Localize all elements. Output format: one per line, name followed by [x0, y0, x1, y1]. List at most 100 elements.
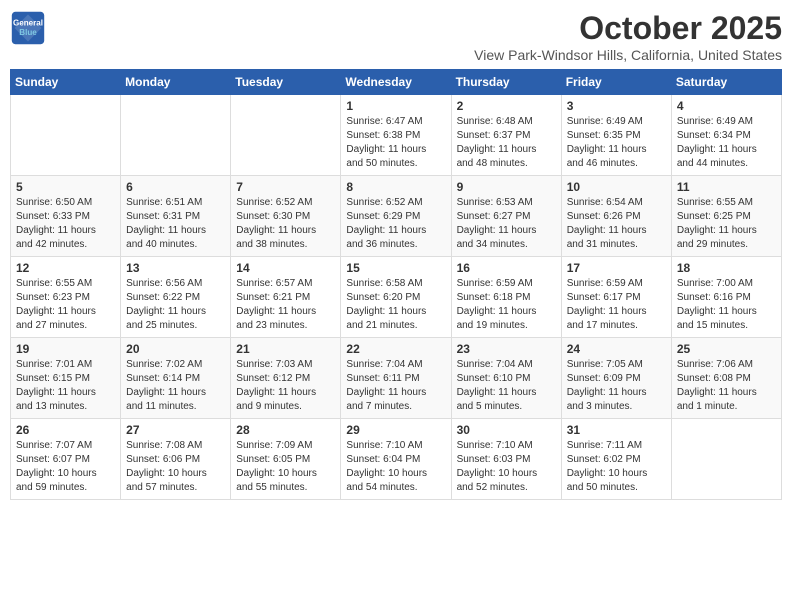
calendar-cell: 29 Sunrise: 7:10 AM Sunset: 6:04 PM Dayli…	[341, 419, 451, 500]
logo: General Blue	[10, 10, 46, 46]
day-info: Sunrise: 6:50 AM Sunset: 6:33 PM Dayligh…	[16, 196, 115, 252]
day-number: 2	[457, 99, 556, 113]
weekday-header: Monday	[121, 70, 231, 95]
calendar-cell: 2Sunrise: 6:48 AM Sunset: 6:37 PM Daylig…	[451, 95, 561, 176]
location-title: View Park-Windsor Hills, California, Uni…	[474, 47, 782, 63]
svg-text:General: General	[13, 18, 43, 27]
calendar-cell: 28 Sunrise: 7:09 AM Sunset: 6:05 PM Dayli…	[231, 419, 341, 500]
calendar-cell	[231, 95, 341, 176]
calendar-cell: 1Sunrise: 6:47 AM Sunset: 6:38 PM Daylig…	[341, 95, 451, 176]
day-info: Sunrise: 6:51 AM Sunset: 6:31 PM Dayligh…	[126, 196, 225, 252]
calendar-table: SundayMondayTuesdayWednesdayThursdayFrid…	[10, 69, 782, 500]
calendar-cell: 15 Sunrise: 6:58 AM Sunset: 6:20 PM Dayli…	[341, 257, 451, 338]
page-header: General Blue October 2025 View Park-Wind…	[10, 10, 782, 63]
day-info: Sunrise: 6:59 AM Sunset: 6:18 PM Dayligh…	[457, 277, 556, 333]
calendar-week-row: 12Sunrise: 6:55 AM Sunset: 6:23 PM Dayli…	[11, 257, 782, 338]
calendar-cell: 5 Sunrise: 6:50 AM Sunset: 6:33 PM Daylig…	[11, 176, 121, 257]
day-info: Sunrise: 6:47 AM Sunset: 6:38 PM Dayligh…	[346, 115, 445, 171]
calendar-cell	[121, 95, 231, 176]
weekday-header: Friday	[561, 70, 671, 95]
day-info: Sunrise: 6:54 AM Sunset: 6:26 PM Dayligh…	[567, 196, 666, 252]
day-number: 15	[346, 261, 445, 275]
calendar-week-row: 19Sunrise: 7:01 AM Sunset: 6:15 PM Dayli…	[11, 338, 782, 419]
day-info: Sunrise: 6:55 AM Sunset: 6:23 PM Dayligh…	[16, 277, 115, 333]
day-number: 28	[236, 423, 335, 437]
day-number: 17	[567, 261, 666, 275]
day-info: Sunrise: 7:10 AM Sunset: 6:04 PM Dayligh…	[346, 439, 445, 495]
day-number: 29	[346, 423, 445, 437]
calendar-cell: 16 Sunrise: 6:59 AM Sunset: 6:18 PM Dayli…	[451, 257, 561, 338]
calendar-header-row: SundayMondayTuesdayWednesdayThursdayFrid…	[11, 70, 782, 95]
calendar-cell	[11, 95, 121, 176]
day-number: 26	[16, 423, 115, 437]
calendar-cell: 31Sunrise: 7:11 AM Sunset: 6:02 PM Dayli…	[561, 419, 671, 500]
calendar-cell: 10 Sunrise: 6:54 AM Sunset: 6:26 PM Dayli…	[561, 176, 671, 257]
weekday-header: Wednesday	[341, 70, 451, 95]
day-number: 4	[677, 99, 776, 113]
calendar-cell: 22 Sunrise: 7:04 AM Sunset: 6:11 PM Dayli…	[341, 338, 451, 419]
day-number: 10	[567, 180, 666, 194]
day-info: Sunrise: 7:06 AM Sunset: 6:08 PM Dayligh…	[677, 358, 776, 414]
calendar-cell: 19Sunrise: 7:01 AM Sunset: 6:15 PM Dayli…	[11, 338, 121, 419]
weekday-header: Sunday	[11, 70, 121, 95]
calendar-cell: 23Sunrise: 7:04 AM Sunset: 6:10 PM Dayli…	[451, 338, 561, 419]
day-number: 9	[457, 180, 556, 194]
day-number: 18	[677, 261, 776, 275]
weekday-header: Saturday	[671, 70, 781, 95]
day-info: Sunrise: 7:05 AM Sunset: 6:09 PM Dayligh…	[567, 358, 666, 414]
day-info: Sunrise: 6:49 AM Sunset: 6:35 PM Dayligh…	[567, 115, 666, 171]
day-number: 13	[126, 261, 225, 275]
calendar-cell: 3 Sunrise: 6:49 AM Sunset: 6:35 PM Daylig…	[561, 95, 671, 176]
day-info: Sunrise: 6:52 AM Sunset: 6:29 PM Dayligh…	[346, 196, 445, 252]
weekday-header: Thursday	[451, 70, 561, 95]
day-info: Sunrise: 7:10 AM Sunset: 6:03 PM Dayligh…	[457, 439, 556, 495]
day-number: 11	[677, 180, 776, 194]
day-info: Sunrise: 6:57 AM Sunset: 6:21 PM Dayligh…	[236, 277, 335, 333]
day-info: Sunrise: 7:00 AM Sunset: 6:16 PM Dayligh…	[677, 277, 776, 333]
day-info: Sunrise: 6:53 AM Sunset: 6:27 PM Dayligh…	[457, 196, 556, 252]
day-info: Sunrise: 7:01 AM Sunset: 6:15 PM Dayligh…	[16, 358, 115, 414]
day-number: 7	[236, 180, 335, 194]
day-info: Sunrise: 7:04 AM Sunset: 6:10 PM Dayligh…	[457, 358, 556, 414]
calendar-week-row: 1Sunrise: 6:47 AM Sunset: 6:38 PM Daylig…	[11, 95, 782, 176]
calendar-cell: 6Sunrise: 6:51 AM Sunset: 6:31 PM Daylig…	[121, 176, 231, 257]
calendar-cell: 17 Sunrise: 6:59 AM Sunset: 6:17 PM Dayli…	[561, 257, 671, 338]
logo-icon: General Blue	[10, 10, 46, 46]
calendar-week-row: 5 Sunrise: 6:50 AM Sunset: 6:33 PM Daylig…	[11, 176, 782, 257]
calendar-cell: 20 Sunrise: 7:02 AM Sunset: 6:14 PM Dayli…	[121, 338, 231, 419]
day-number: 30	[457, 423, 556, 437]
calendar-cell: 18 Sunrise: 7:00 AM Sunset: 6:16 PM Dayli…	[671, 257, 781, 338]
day-number: 27	[126, 423, 225, 437]
day-number: 25	[677, 342, 776, 356]
day-info: Sunrise: 7:08 AM Sunset: 6:06 PM Dayligh…	[126, 439, 225, 495]
day-info: Sunrise: 7:03 AM Sunset: 6:12 PM Dayligh…	[236, 358, 335, 414]
day-number: 21	[236, 342, 335, 356]
month-title: October 2025	[474, 10, 782, 47]
calendar-week-row: 26Sunrise: 7:07 AM Sunset: 6:07 PM Dayli…	[11, 419, 782, 500]
svg-text:Blue: Blue	[19, 28, 37, 37]
day-info: Sunrise: 6:55 AM Sunset: 6:25 PM Dayligh…	[677, 196, 776, 252]
day-number: 14	[236, 261, 335, 275]
day-number: 24	[567, 342, 666, 356]
day-info: Sunrise: 6:52 AM Sunset: 6:30 PM Dayligh…	[236, 196, 335, 252]
day-info: Sunrise: 7:09 AM Sunset: 6:05 PM Dayligh…	[236, 439, 335, 495]
day-number: 22	[346, 342, 445, 356]
day-number: 16	[457, 261, 556, 275]
title-section: October 2025 View Park-Windsor Hills, Ca…	[474, 10, 782, 63]
calendar-cell: 14 Sunrise: 6:57 AM Sunset: 6:21 PM Dayli…	[231, 257, 341, 338]
day-number: 3	[567, 99, 666, 113]
day-info: Sunrise: 7:02 AM Sunset: 6:14 PM Dayligh…	[126, 358, 225, 414]
day-number: 5	[16, 180, 115, 194]
calendar-cell: 30 Sunrise: 7:10 AM Sunset: 6:03 PM Dayli…	[451, 419, 561, 500]
day-info: Sunrise: 6:56 AM Sunset: 6:22 PM Dayligh…	[126, 277, 225, 333]
calendar-cell: 24 Sunrise: 7:05 AM Sunset: 6:09 PM Dayli…	[561, 338, 671, 419]
weekday-header: Tuesday	[231, 70, 341, 95]
day-info: Sunrise: 6:59 AM Sunset: 6:17 PM Dayligh…	[567, 277, 666, 333]
day-info: Sunrise: 6:58 AM Sunset: 6:20 PM Dayligh…	[346, 277, 445, 333]
calendar-cell: 27 Sunrise: 7:08 AM Sunset: 6:06 PM Dayli…	[121, 419, 231, 500]
day-number: 20	[126, 342, 225, 356]
day-info: Sunrise: 7:04 AM Sunset: 6:11 PM Dayligh…	[346, 358, 445, 414]
calendar-cell: 11 Sunrise: 6:55 AM Sunset: 6:25 PM Dayli…	[671, 176, 781, 257]
calendar-cell: 4Sunrise: 6:49 AM Sunset: 6:34 PM Daylig…	[671, 95, 781, 176]
calendar-cell	[671, 419, 781, 500]
